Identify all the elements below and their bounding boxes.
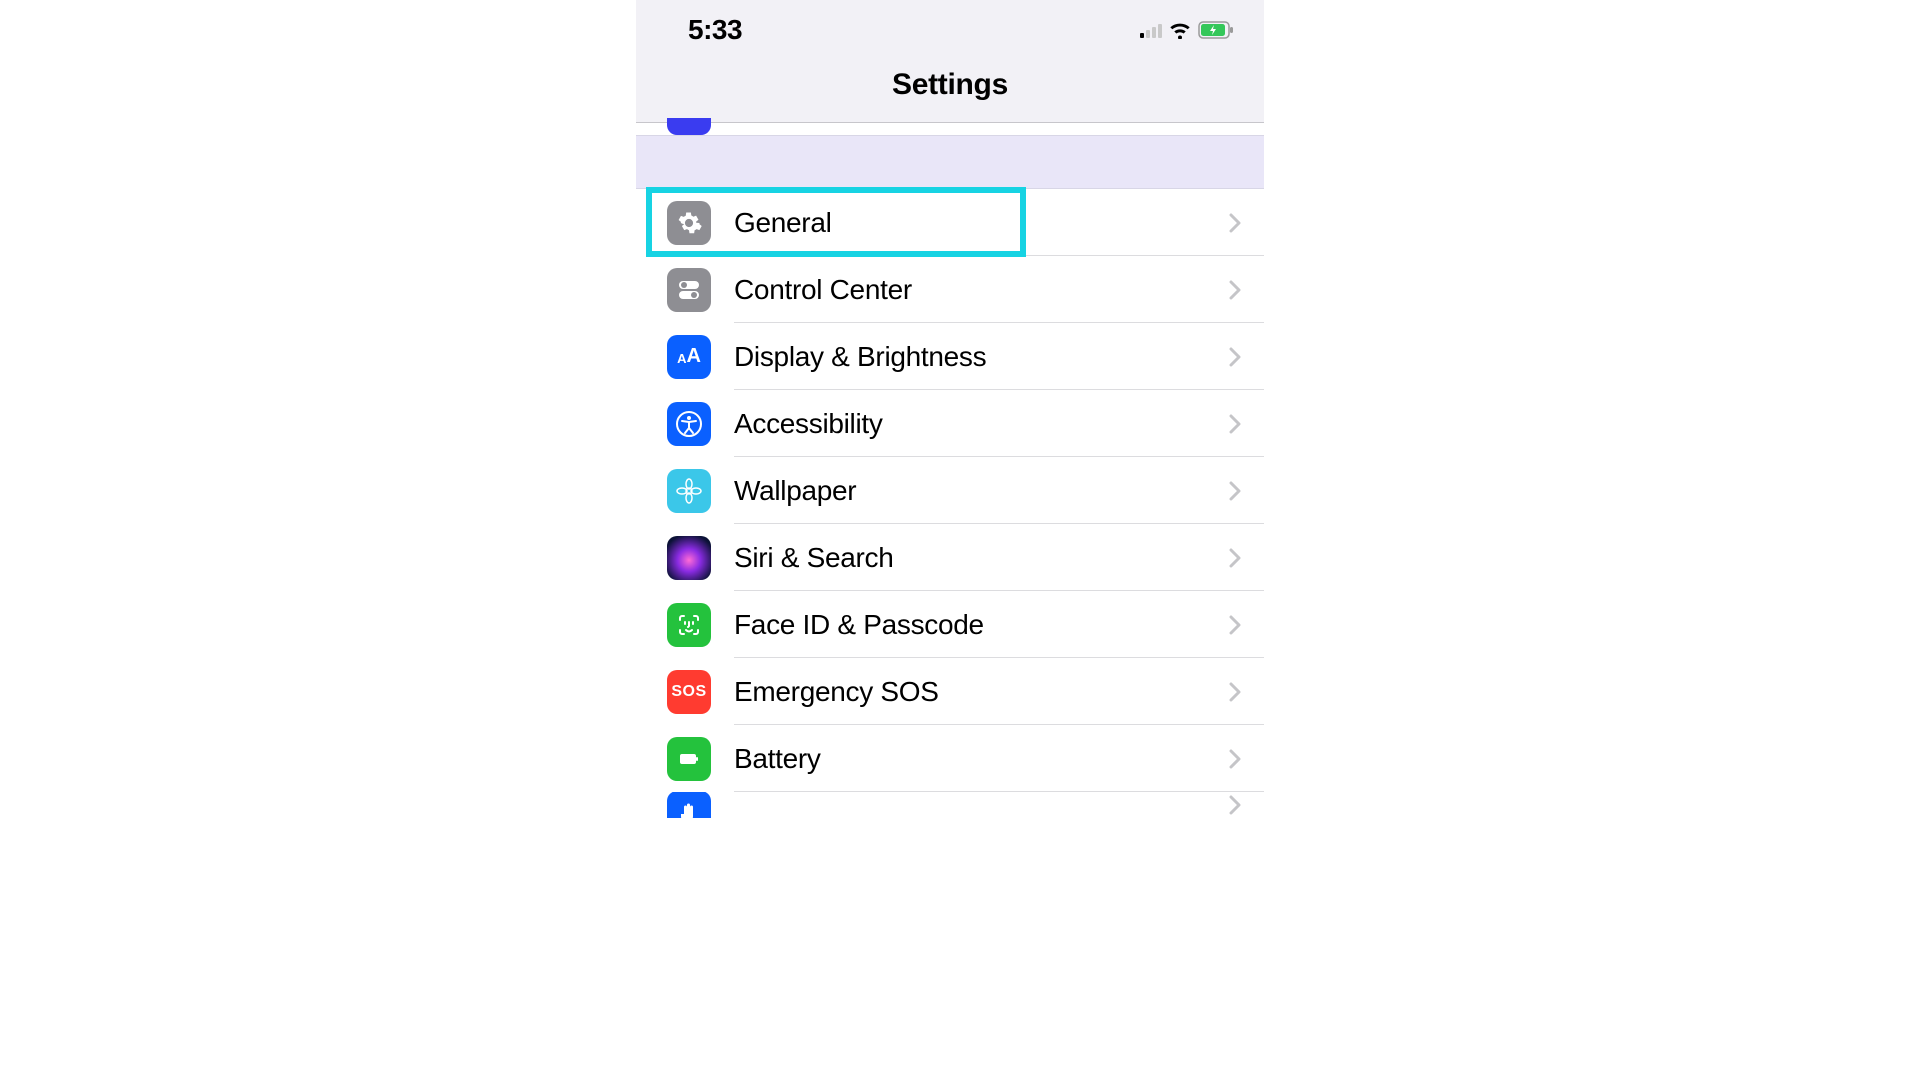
wifi-icon xyxy=(1168,21,1192,39)
sos-icon-text: SOS xyxy=(671,683,706,701)
row-label: Wallpaper xyxy=(734,475,1224,507)
hand-icon xyxy=(667,792,711,818)
chevron-right-icon xyxy=(1224,615,1246,635)
phone-frame: 5:33 xyxy=(636,0,1264,1080)
settings-row-battery[interactable]: Battery xyxy=(636,725,1264,792)
row-label: Battery xyxy=(734,743,1224,775)
settings-row-faceid[interactable]: Face ID & Passcode xyxy=(636,591,1264,658)
row-label: Accessibility xyxy=(734,408,1224,440)
chevron-right-icon xyxy=(1224,548,1246,568)
sos-icon: SOS xyxy=(667,670,711,714)
chevron-right-icon xyxy=(1224,481,1246,501)
chevron-right-icon xyxy=(1224,213,1246,233)
page-title: Settings xyxy=(636,68,1264,102)
chevron-right-icon xyxy=(1224,414,1246,434)
battery-icon xyxy=(667,737,711,781)
settings-row-display[interactable]: AA Display & Brightness xyxy=(636,323,1264,390)
previous-group-peek xyxy=(636,123,1264,135)
chevron-right-icon xyxy=(1224,347,1246,367)
face-id-icon xyxy=(667,603,711,647)
switches-icon xyxy=(667,268,711,312)
status-bar: 5:33 xyxy=(636,14,1264,46)
chevron-right-icon xyxy=(1224,280,1246,300)
settings-row-control-center[interactable]: Control Center xyxy=(636,256,1264,323)
header: 5:33 xyxy=(636,0,1264,123)
settings-row-accessibility[interactable]: Accessibility xyxy=(636,390,1264,457)
battery-charging-icon xyxy=(1198,21,1236,39)
row-label: Control Center xyxy=(734,274,1224,306)
settings-row-siri[interactable]: Siri & Search xyxy=(636,524,1264,591)
settings-list: General Control Center AA xyxy=(636,189,1264,818)
settings-row-general[interactable]: General xyxy=(636,189,1264,256)
gear-icon xyxy=(667,201,711,245)
settings-row-wallpaper[interactable]: Wallpaper xyxy=(636,457,1264,524)
status-time: 5:33 xyxy=(688,14,742,46)
chevron-right-icon xyxy=(1224,682,1246,702)
row-label: Emergency SOS xyxy=(734,676,1224,708)
row-label: Face ID & Passcode xyxy=(734,609,1224,641)
flower-icon xyxy=(667,469,711,513)
group-separator xyxy=(636,135,1264,189)
row-label: Siri & Search xyxy=(734,542,1224,574)
settings-row-privacy[interactable] xyxy=(636,792,1264,818)
settings-row-sos[interactable]: SOS Emergency SOS xyxy=(636,658,1264,725)
row-label: General xyxy=(734,207,1224,239)
chevron-right-icon xyxy=(1224,749,1246,769)
aa-icon: AA xyxy=(667,335,711,379)
accessibility-icon xyxy=(667,402,711,446)
row-label: Display & Brightness xyxy=(734,341,1224,373)
chevron-right-icon xyxy=(1224,795,1246,815)
status-indicators xyxy=(1140,21,1236,39)
cellular-icon xyxy=(1140,22,1162,38)
siri-icon xyxy=(667,536,711,580)
